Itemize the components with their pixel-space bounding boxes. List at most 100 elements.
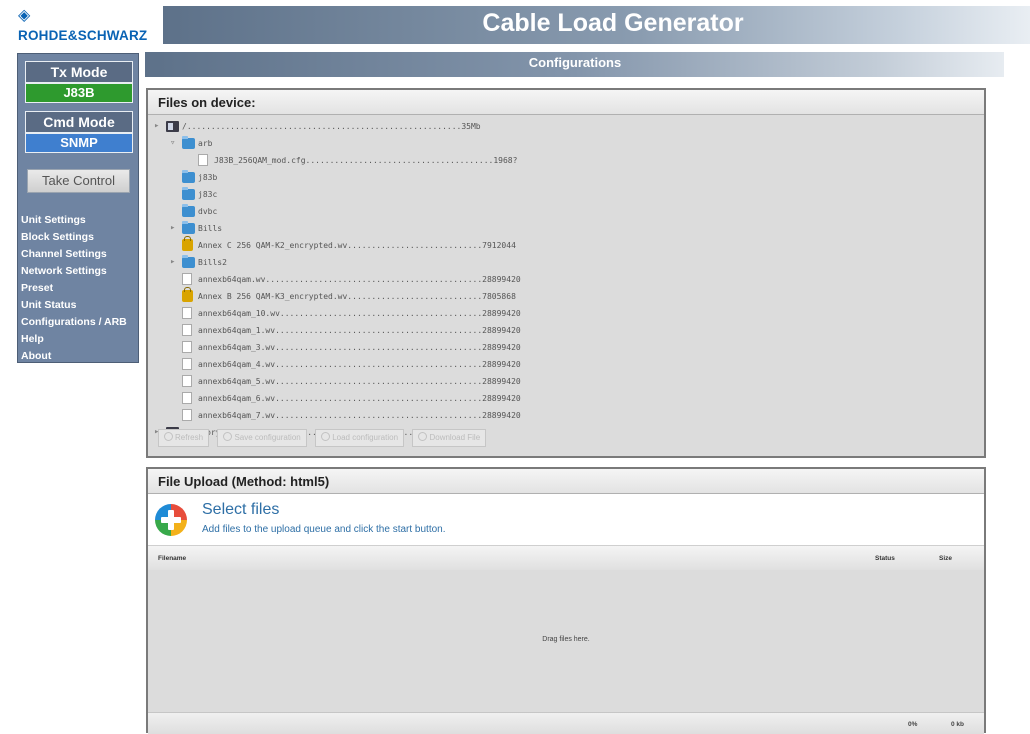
select-files-hint: Add files to the upload queue and click … bbox=[202, 524, 446, 535]
brand-logo: ◈ ROHDE&SCHWARZ bbox=[18, 8, 168, 44]
tree-row-label: Bills2 bbox=[198, 258, 227, 267]
expand-toggle-icon[interactable]: ▸ bbox=[170, 220, 178, 237]
tree-row[interactable]: ▸ Bills2 bbox=[148, 254, 748, 271]
tree-row-label: j83c bbox=[198, 190, 218, 199]
folder-icon bbox=[182, 204, 195, 217]
nav-preset[interactable]: Preset bbox=[21, 280, 127, 297]
tree-row[interactable]: ▿ arb bbox=[148, 135, 748, 152]
logo-diamond-icon: ◈ bbox=[18, 7, 31, 24]
top-bar: ◈ ROHDE&SCHWARZ Cable Load Generator bbox=[0, 0, 1030, 46]
expand-toggle-icon[interactable]: ▿ bbox=[170, 135, 178, 152]
files-toolbar: Refresh Save configuration Load configur… bbox=[158, 429, 490, 447]
file-tree: ▸ /......................................… bbox=[148, 118, 984, 438]
tree-row[interactable]: annexb64qam_5.wv........................… bbox=[148, 373, 748, 390]
nav-channel-settings[interactable]: Channel Settings bbox=[21, 246, 127, 263]
expand-toggle-icon[interactable]: ▸ bbox=[154, 118, 162, 135]
tree-row-label: annexb64qam_1.wv........................… bbox=[198, 326, 521, 335]
folder-icon bbox=[182, 170, 195, 183]
upload-panel: File Upload (Method: html5) Select files… bbox=[146, 467, 986, 734]
lock-icon bbox=[182, 236, 193, 251]
tree-row[interactable]: dvbc bbox=[148, 203, 748, 220]
file-icon bbox=[182, 324, 192, 336]
download-file-label: Download File bbox=[429, 433, 481, 442]
tree-row-label: Bills bbox=[198, 224, 223, 233]
save-icon bbox=[223, 432, 233, 441]
upload-progress-percent: 0% bbox=[908, 721, 918, 728]
tree-row[interactable]: j83c bbox=[148, 186, 748, 203]
cmd-mode-label: Cmd Mode bbox=[25, 111, 133, 133]
file-icon bbox=[198, 154, 208, 166]
nav-unit-settings[interactable]: Unit Settings bbox=[21, 212, 127, 229]
file-icon bbox=[182, 392, 192, 404]
tree-row[interactable]: annexb64qam_1.wv........................… bbox=[148, 322, 748, 339]
drop-zone-text: Drag files here. bbox=[542, 636, 590, 643]
file-icon bbox=[182, 375, 192, 387]
tree-row[interactable]: Annex B 256 QAM-K3_encrypted.wv.........… bbox=[148, 287, 748, 305]
tree-row[interactable]: Annex C 256 QAM-K2_encrypted.wv.........… bbox=[148, 236, 748, 254]
tree-row[interactable]: annexb64qam_4.wv........................… bbox=[148, 356, 748, 373]
tree-row-label: Annex B 256 QAM-K3_encrypted.wv.........… bbox=[198, 292, 516, 301]
tree-row[interactable]: annexb64qam_10.wv.......................… bbox=[148, 305, 748, 322]
tree-row-label: arb bbox=[198, 139, 213, 148]
upload-panel-title: File Upload (Method: html5) bbox=[148, 469, 984, 494]
title-banner: Cable Load Generator bbox=[163, 6, 1030, 44]
tree-row-label: Annex C 256 QAM-K2_encrypted.wv.........… bbox=[198, 241, 516, 250]
upload-total-size: 0 kb bbox=[951, 721, 965, 728]
tree-row-label: annexb64qam_5.wv........................… bbox=[198, 377, 521, 386]
file-icon bbox=[182, 358, 192, 370]
sidebar: Tx Mode J83B Cmd Mode SNMP Take Control … bbox=[17, 53, 139, 363]
lock-icon bbox=[182, 287, 193, 302]
section-title: Configurations bbox=[528, 55, 622, 70]
load-configuration-label: Load configuration bbox=[332, 433, 399, 442]
nav-help[interactable]: Help bbox=[21, 331, 127, 348]
nav-network-settings[interactable]: Network Settings bbox=[21, 263, 127, 280]
tree-row[interactable]: annexb64qam_3.wv........................… bbox=[148, 339, 748, 356]
tree-row[interactable]: J83B_256QAM_mod.cfg.....................… bbox=[148, 152, 748, 169]
tree-row[interactable]: annexb64qam_6.wv........................… bbox=[148, 390, 748, 407]
file-icon bbox=[182, 273, 192, 285]
take-control-button[interactable]: Take Control bbox=[27, 169, 130, 193]
select-files-link[interactable]: Select files bbox=[202, 501, 279, 519]
logo-text: ROHDE&SCHWARZ bbox=[18, 28, 148, 43]
files-panel-title: Files on device: bbox=[148, 90, 984, 115]
tree-row-label: /.......................................… bbox=[182, 122, 481, 131]
select-files-area: Select files Add files to the upload que… bbox=[148, 496, 984, 544]
cmd-mode-value: SNMP bbox=[25, 133, 133, 153]
load-configuration-button[interactable]: Load configuration bbox=[315, 429, 405, 447]
refresh-button[interactable]: Refresh bbox=[158, 429, 210, 447]
tree-row[interactable]: annexb64qam.wv..........................… bbox=[148, 271, 748, 288]
download-file-button[interactable]: Download File bbox=[412, 429, 487, 447]
app-title: Cable Load Generator bbox=[482, 9, 744, 37]
tree-row-label: annexb64qam_7.wv........................… bbox=[198, 411, 521, 420]
file-icon bbox=[182, 409, 192, 421]
sidebar-nav: Unit Settings Block Settings Channel Set… bbox=[21, 212, 127, 365]
tx-mode-value: J83B bbox=[25, 83, 133, 103]
tree-row-label: annexb64qam_4.wv........................… bbox=[198, 360, 521, 369]
tree-row[interactable]: ▸ /......................................… bbox=[148, 118, 748, 135]
refresh-button-label: Refresh bbox=[175, 433, 204, 442]
folder-icon bbox=[182, 221, 195, 234]
col-filename: Filename bbox=[158, 555, 187, 562]
nav-unit-status[interactable]: Unit Status bbox=[21, 297, 127, 314]
nav-block-settings[interactable]: Block Settings bbox=[21, 229, 127, 246]
tree-row-label: annexb64qam_3.wv........................… bbox=[198, 343, 521, 352]
tree-row[interactable]: j83b bbox=[148, 169, 748, 186]
file-icon bbox=[182, 307, 192, 319]
save-configuration-button[interactable]: Save configuration bbox=[217, 429, 307, 447]
load-icon bbox=[321, 432, 331, 441]
nav-configurations-arb[interactable]: Configurations / ARB bbox=[21, 314, 127, 331]
save-configuration-label: Save configuration bbox=[234, 433, 301, 442]
tree-row-label: annexb64qam_6.wv........................… bbox=[198, 394, 521, 403]
col-size: Size bbox=[939, 555, 953, 562]
drop-zone[interactable]: Drag files here. bbox=[148, 570, 984, 712]
tree-row[interactable]: ▸ Bills bbox=[148, 220, 748, 237]
add-files-plus-icon[interactable] bbox=[155, 504, 187, 536]
tree-row-label: annexb64qam.wv..........................… bbox=[198, 275, 521, 284]
folder-icon bbox=[182, 187, 195, 200]
expand-toggle-icon[interactable]: ▸ bbox=[170, 254, 178, 271]
download-icon bbox=[418, 432, 428, 441]
folder-icon bbox=[182, 255, 195, 268]
tree-row[interactable]: annexb64qam_7.wv........................… bbox=[148, 407, 748, 424]
files-panel: Files on device: ▸ /.....................… bbox=[146, 88, 986, 458]
nav-about[interactable]: About bbox=[21, 348, 127, 365]
